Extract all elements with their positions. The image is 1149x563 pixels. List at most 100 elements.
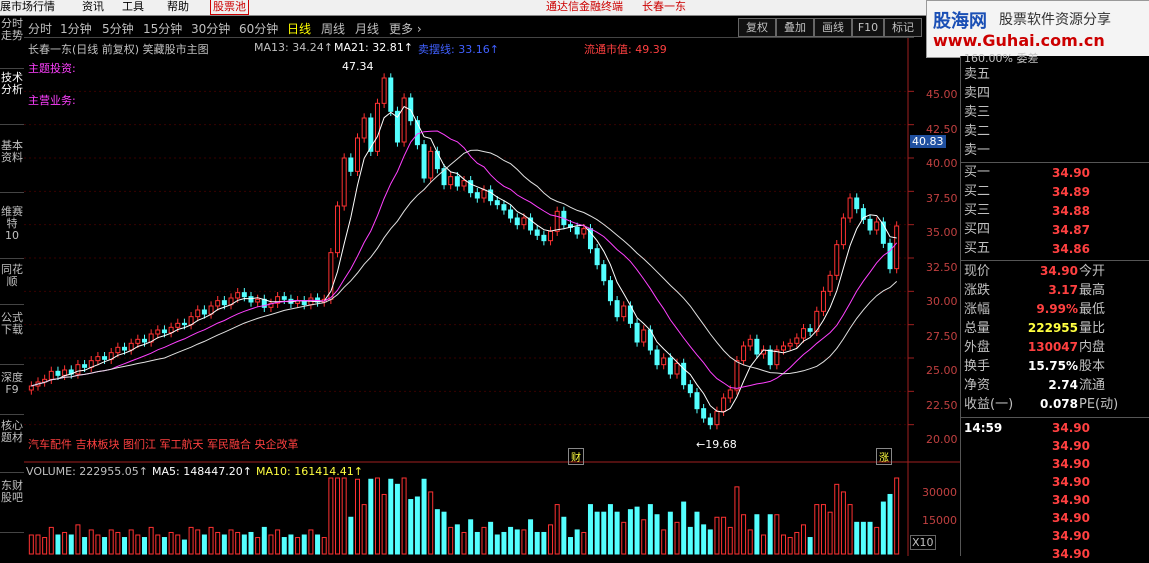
chart-area[interactable]: 长春一东(日线 前复权) 笑藏股市主图 MA13: 34.24↑ MA21: 3…	[24, 38, 960, 556]
sell-row[interactable]: 卖二	[961, 123, 1149, 141]
period-15min[interactable]: 15分钟	[143, 20, 182, 37]
tab-formula-download[interactable]: 公式下载	[0, 312, 24, 365]
menu-stock-pool[interactable]: 股票池	[210, 0, 249, 15]
tab-fundamentals[interactable]: 基本资料	[0, 140, 24, 193]
volume-bar	[348, 516, 354, 555]
period-weekly[interactable]: 周线	[321, 20, 345, 37]
adjust-button[interactable]: 复权	[738, 18, 776, 37]
volume-bar	[161, 537, 167, 555]
candle-body	[654, 349, 660, 366]
stat-right-label: 内盘	[1079, 340, 1106, 355]
volume-bar	[800, 524, 806, 555]
tab-f9[interactable]: 深度F9	[0, 372, 24, 415]
candle-body	[354, 137, 360, 172]
period-more[interactable]: 更多 ›	[389, 20, 422, 37]
menu-market[interactable]: 展市场行情	[0, 0, 55, 14]
stat-label: 净资	[964, 378, 991, 393]
stat-value: 130047	[1027, 340, 1078, 354]
stat-row: 涨幅 9.99% 最低	[961, 300, 1149, 319]
candle-body	[461, 180, 467, 187]
tick-row: 34.90	[961, 545, 1149, 563]
draw-button[interactable]: 画线	[814, 18, 852, 37]
tab-guba[interactable]: 东财股吧	[0, 480, 24, 533]
candle-body	[508, 209, 514, 219]
volume-bar	[501, 531, 507, 555]
candle-body	[887, 242, 893, 270]
tick-row: 14:59 34.90	[961, 419, 1149, 437]
volume-ma10-label: MA10: 161414.41↑	[256, 465, 363, 478]
tab-intraday[interactable]: 分时走势	[0, 18, 24, 69]
volume-bar	[255, 537, 261, 555]
candle-body	[754, 338, 760, 355]
tab-technical[interactable]: 技术分析	[0, 72, 24, 125]
y-tick: 40.00	[926, 157, 958, 170]
finance-marker[interactable]: 财	[568, 448, 584, 465]
y-tick: 35.00	[926, 226, 958, 239]
period-60min[interactable]: 60分钟	[239, 20, 278, 37]
volume-bar	[62, 531, 68, 555]
candle-body	[428, 150, 434, 179]
candle-body	[701, 408, 707, 419]
candle-body	[807, 328, 813, 332]
candle-body	[494, 200, 500, 206]
tick-row: 34.90	[961, 437, 1149, 455]
candle-body	[388, 77, 394, 112]
f10-button[interactable]: F10	[852, 18, 884, 37]
buy-row[interactable]: 买一 34.90	[961, 164, 1149, 182]
volume-bar	[335, 477, 341, 555]
volume-bar	[28, 534, 34, 555]
sell-row[interactable]: 卖五	[961, 66, 1149, 84]
volume-bar	[421, 478, 427, 555]
menu-help[interactable]: 帮助	[167, 0, 189, 14]
sell-row[interactable]: 卖三	[961, 104, 1149, 122]
tab-core-theme[interactable]: 核心题材	[0, 420, 24, 473]
volume-bar	[388, 478, 394, 555]
divider	[961, 162, 1149, 163]
candle-body	[514, 217, 520, 226]
sell-label: 卖二	[964, 124, 991, 139]
period-intraday[interactable]: 分时	[28, 20, 52, 37]
buy-row[interactable]: 买二 34.89	[961, 183, 1149, 201]
volume-bar	[281, 537, 287, 555]
tab-weisaite[interactable]: 维赛特10	[0, 206, 24, 259]
period-1min[interactable]: 1分钟	[60, 20, 92, 37]
volume-bar	[667, 511, 673, 555]
menu-tools[interactable]: 工具	[122, 0, 144, 14]
stat-row: 总量 222955 量比	[961, 319, 1149, 338]
candle-body	[248, 296, 254, 303]
candle-body	[421, 144, 427, 179]
high-price-label: 47.34	[342, 60, 374, 73]
sell-row[interactable]: 卖四	[961, 85, 1149, 103]
candle-body	[594, 248, 600, 266]
buy-row[interactable]: 买三 34.88	[961, 202, 1149, 220]
limit-up-marker[interactable]: 涨	[876, 448, 892, 465]
menu-news[interactable]: 资讯	[82, 0, 104, 14]
period-monthly[interactable]: 月线	[355, 20, 379, 37]
mark-button[interactable]: 标记	[884, 18, 922, 37]
period-5min[interactable]: 5分钟	[102, 20, 134, 37]
period-30min[interactable]: 30分钟	[191, 20, 230, 37]
overlay-button[interactable]: 叠加	[776, 18, 814, 37]
buy-row[interactable]: 买四 34.87	[961, 221, 1149, 239]
period-daily[interactable]: 日线	[287, 20, 311, 37]
stat-row: 净资 2.74 流通	[961, 376, 1149, 395]
buy-row[interactable]: 买五 34.86	[961, 240, 1149, 258]
volume-bar	[741, 514, 747, 555]
volume-bar	[474, 531, 480, 555]
main-business-label: 主营业务:	[28, 94, 76, 107]
candle-body	[581, 228, 587, 235]
volume-bar	[168, 531, 174, 555]
candle-body	[75, 364, 81, 375]
candle-body	[534, 229, 540, 236]
volume-bar	[521, 529, 527, 555]
sell-row[interactable]: 卖一	[961, 142, 1149, 160]
y-tick: 45.00	[926, 88, 958, 101]
theme-invest-label: 主题投资:	[28, 62, 76, 75]
volume-bar	[401, 477, 407, 555]
tab-tonghuashun[interactable]: 同花顺	[0, 264, 24, 305]
kline-chart[interactable]	[24, 38, 960, 556]
candle-body	[641, 329, 647, 343]
volume-bar	[714, 516, 720, 555]
concept-tags[interactable]: 汽车配件 吉林板块 图们江 军工航天 军民融合 央企改革	[28, 436, 298, 452]
candle-body	[621, 305, 627, 318]
